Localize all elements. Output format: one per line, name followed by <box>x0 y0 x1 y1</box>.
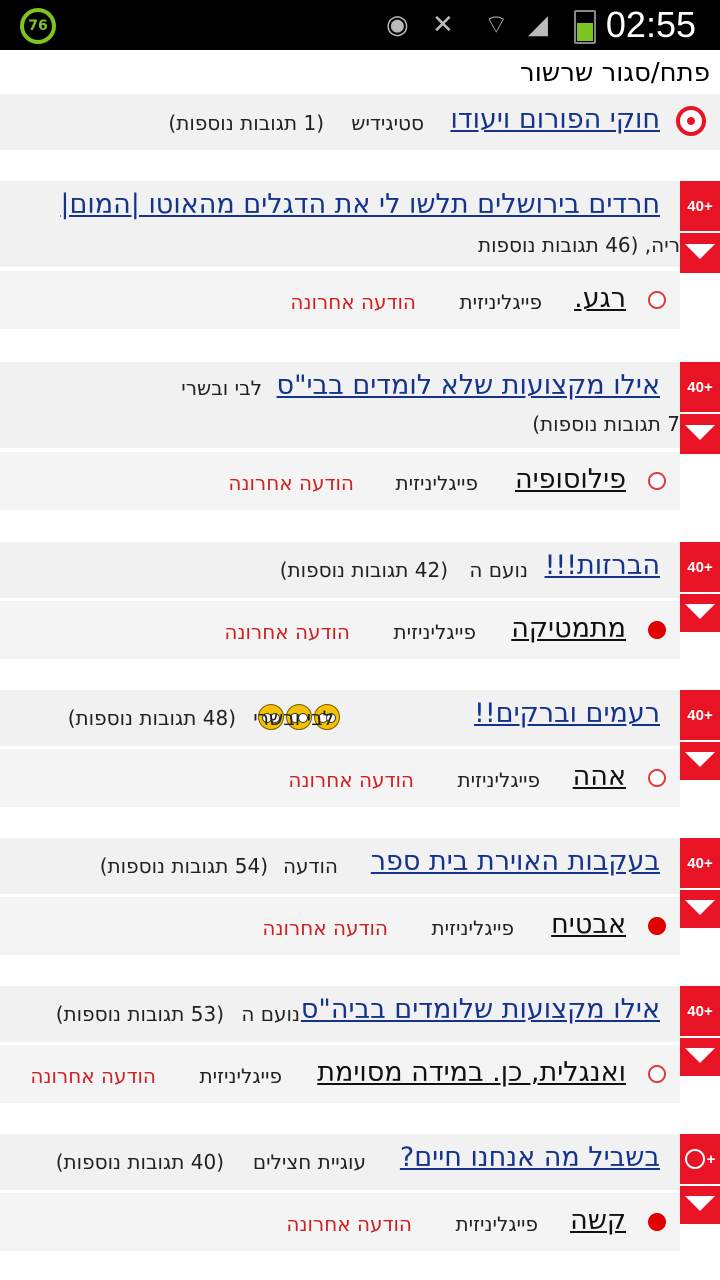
battery-level-indicator: 76 <box>20 8 56 44</box>
last-reply-author: פייגליניזית <box>393 620 476 644</box>
thread-replies: (53 תגובות נוספות) <box>55 1002 224 1026</box>
expand-arrow-icon[interactable] <box>685 425 715 440</box>
thread-title-link[interactable]: בשביל מה אנחנו חיים? <box>400 1142 660 1173</box>
replies-badge[interactable]: + <box>680 1134 720 1224</box>
last-reply-row[interactable]: קשה פייגליניזית הודעה אחרונה <box>0 1193 680 1251</box>
thread-row[interactable]: רעמים וברקים!! לבי ובשרי (48 תגובות נוספ… <box>0 690 680 746</box>
thread-author: עוגיית חצילים <box>252 1150 366 1174</box>
thread-title-link[interactable]: חרדים בירושלים תלשו לי את הדגלים מהאוטו … <box>60 189 660 220</box>
thread-row[interactable]: הברזות!!! נועם ה (42 תגובות נוספות) <box>0 542 680 598</box>
replies-badge[interactable]: 40+ <box>680 838 720 928</box>
battery-icon <box>574 10 596 44</box>
battery-level-text: 76 <box>28 18 48 34</box>
last-reply-row[interactable]: ואנגלית, כן. במידה מסוימת פייגליניזית הו… <box>0 1045 680 1103</box>
last-message-label: הודעה אחרונה <box>286 1212 412 1236</box>
replies-badge[interactable]: 40+ <box>680 542 720 632</box>
expand-arrow-icon[interactable] <box>685 604 715 619</box>
new-dot-icon <box>648 1213 666 1231</box>
last-reply-author: פייגליניזית <box>455 1212 538 1236</box>
unread-dot-icon <box>648 1065 666 1083</box>
badge-count: 40+ <box>687 197 713 215</box>
last-message-label: הודעה אחרונה <box>290 290 416 314</box>
toggle-thread-link[interactable]: פתח/סגור שרשור <box>520 58 710 88</box>
clock: 02:55 <box>605 4 696 45</box>
thread-author: נועם ה <box>469 558 528 582</box>
last-reply-link[interactable]: אבטיח <box>551 909 626 940</box>
eye-icon: ◉ <box>386 10 409 40</box>
new-dot-icon <box>648 621 666 639</box>
pinned-target-icon <box>676 106 706 136</box>
thread-replies: (48 תגובות נוספות) <box>67 706 236 730</box>
thread-row[interactable]: אילו מקצועות שלא לומדים בבי"ס לבי ובשרי … <box>0 362 680 448</box>
thread-title-link[interactable]: הברזות!!! <box>545 550 660 581</box>
badge-count: 40+ <box>687 558 713 576</box>
last-reply-link[interactable]: מתמטיקה <box>511 613 626 644</box>
last-reply-author: פייגליניזית <box>459 290 542 314</box>
last-message-label: הודעה אחרונה <box>262 916 388 940</box>
thread-author: הודעה <box>282 854 338 878</box>
thread-replies: (40 תגובות נוספות) <box>55 1150 224 1174</box>
new-dot-icon <box>648 917 666 935</box>
thread-meta: ריה, (46 תגובות נוספות <box>477 233 680 257</box>
status-bar: 76 ◉ ✕ ⌔ ◢ 02:55 <box>0 0 720 50</box>
badge-count: 40+ <box>687 1002 713 1020</box>
thread-author: נועם ה <box>241 1002 300 1026</box>
last-reply-author: פייגליניזית <box>431 916 514 940</box>
last-reply-link[interactable]: פילוסופיה <box>515 464 626 495</box>
list-icon <box>684 1149 705 1169</box>
replies-badge[interactable]: 40+ <box>680 986 720 1076</box>
thread-row[interactable]: אילו מקצועות שלומדים בביה"ס נועם ה (53 ת… <box>0 986 680 1042</box>
mute-icon: ✕ <box>432 10 454 40</box>
thread-row[interactable]: בעקבות האוירת בית ספר הודעה (54 תגובות נ… <box>0 838 680 894</box>
thread-row[interactable]: חרדים בירושלים תלשו לי את הדגלים מהאוטו … <box>0 181 680 267</box>
thread-title-link[interactable]: חוקי הפורום ויעודו <box>451 104 660 135</box>
last-reply-link[interactable]: ואנגלית, כן. במידה מסוימת <box>317 1057 626 1088</box>
last-reply-row[interactable]: אהה פייגליניזית הודעה אחרונה <box>0 749 680 807</box>
last-message-label: הודעה אחרונה <box>30 1064 156 1088</box>
last-reply-link[interactable]: רגע. <box>574 283 626 314</box>
last-message-label: הודעה אחרונה <box>228 471 354 495</box>
replies-badge[interactable]: 40+ <box>680 181 720 273</box>
wifi-icon: ⌔ <box>484 10 509 40</box>
unread-dot-icon <box>648 472 666 490</box>
thread-title-link[interactable]: בעקבות האוירת בית ספר <box>371 846 660 877</box>
last-message-label: הודעה אחרונה <box>224 620 350 644</box>
last-reply-row[interactable]: אבטיח פייגליניזית הודעה אחרונה <box>0 897 680 955</box>
unread-dot-icon <box>648 769 666 787</box>
thread-meta: 7 תגובות נוספות) <box>532 412 680 436</box>
thread-replies: (54 תגובות נוספות) <box>99 854 268 878</box>
thread-author: סטיגידיש <box>351 111 424 135</box>
signal-icon: ◢ <box>528 10 548 40</box>
badge-count: 40+ <box>687 854 713 872</box>
replies-badge[interactable]: 40+ <box>680 690 720 780</box>
last-reply-link[interactable]: אהה <box>573 761 626 792</box>
replies-badge[interactable]: 40+ <box>680 362 720 454</box>
expand-arrow-icon[interactable] <box>685 752 715 767</box>
thread-author: לבי ובשרי <box>181 376 262 400</box>
thread-title-link[interactable]: רעמים וברקים!! <box>474 698 660 729</box>
last-reply-author: פייגליניזית <box>199 1064 282 1088</box>
badge-count: 40+ <box>687 378 713 396</box>
pinned-thread-row[interactable]: חוקי הפורום ויעודו סטיגידיש (1 תגובות נו… <box>0 94 720 150</box>
badge-count: 40+ <box>687 706 713 724</box>
thread-title-link[interactable]: אילו מקצועות שלומדים בביה"ס <box>301 994 660 1025</box>
thread-title-link[interactable]: אילו מקצועות שלא לומדים בבי"ס <box>277 370 660 401</box>
thread-author: לבי ובשרי <box>253 706 334 730</box>
thread-replies: (42 תגובות נוספות) <box>279 558 448 582</box>
expand-arrow-icon[interactable] <box>685 1048 715 1063</box>
badge-count: + <box>680 1134 720 1184</box>
last-reply-row[interactable]: רגע. פייגליניזית הודעה אחרונה <box>0 271 680 329</box>
thread-row[interactable]: בשביל מה אנחנו חיים? עוגיית חצילים (40 ת… <box>0 1134 680 1190</box>
unread-dot-icon <box>648 291 666 309</box>
last-message-label: הודעה אחרונה <box>288 768 414 792</box>
last-reply-link[interactable]: קשה <box>570 1205 626 1236</box>
thread-replies: (1 תגובות נוספות) <box>168 111 324 135</box>
expand-arrow-icon[interactable] <box>685 900 715 915</box>
last-reply-author: פייגליניזית <box>395 471 478 495</box>
expand-arrow-icon[interactable] <box>685 244 715 259</box>
last-reply-row[interactable]: מתמטיקה פייגליניזית הודעה אחרונה <box>0 601 680 659</box>
last-reply-row[interactable]: פילוסופיה פייגליניזית הודעה אחרונה <box>0 452 680 510</box>
expand-arrow-icon[interactable] <box>685 1196 715 1211</box>
last-reply-author: פייגליניזית <box>457 768 540 792</box>
